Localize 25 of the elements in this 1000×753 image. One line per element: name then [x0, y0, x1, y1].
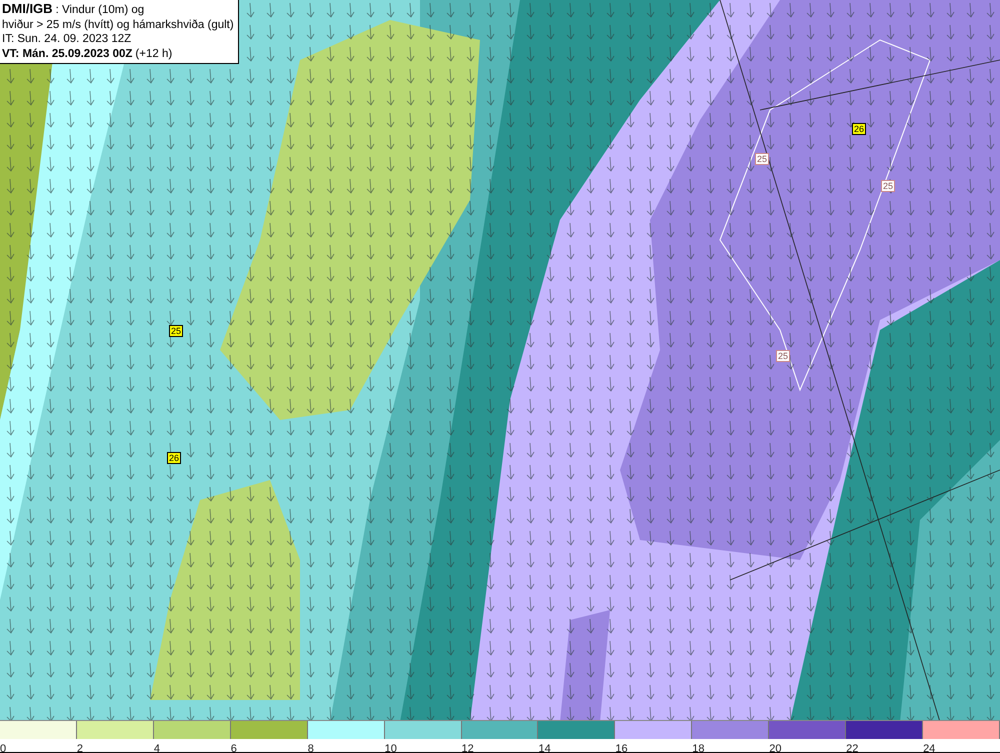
legend-tick: 16 [615, 743, 628, 753]
legend-tick: 4 [154, 743, 160, 753]
map-value-label: 25 [881, 180, 896, 192]
legend-tick: 10 [384, 743, 397, 753]
subtitle-text: hviður > 25 m/s (hvítt) og hámarkshviða (gult) [2, 18, 234, 32]
legend-tick: 24 [923, 743, 936, 753]
source-name: DMI/IGB [2, 2, 53, 16]
title-text: : Vindur (10m) og [56, 3, 144, 18]
legend-tick: 18 [692, 743, 705, 753]
map-value-label: 26 [167, 452, 182, 464]
initial-time: IT: Sun. 24. 09. 2023 12Z [2, 32, 132, 46]
map-value-label: 26 [852, 123, 866, 135]
legend-tick: 6 [230, 743, 237, 753]
lead-time: (+12 h) [135, 46, 172, 61]
legend-tick: 2 [76, 743, 84, 753]
map-value-label: 25 [776, 350, 790, 362]
legend-tick: 0 [0, 743, 6, 753]
legend-tick: 20 [769, 743, 782, 753]
map-value-label: 25 [755, 153, 770, 165]
legend-tick: 22 [846, 743, 858, 753]
legend-tick: 14 [538, 743, 551, 753]
valid-time: VT: Mán. 25.09.2023 00Z [2, 46, 132, 61]
map-value-label: 25 [169, 325, 184, 337]
legend-tick: 8 [308, 743, 314, 753]
legend-tick: 12 [462, 743, 474, 753]
